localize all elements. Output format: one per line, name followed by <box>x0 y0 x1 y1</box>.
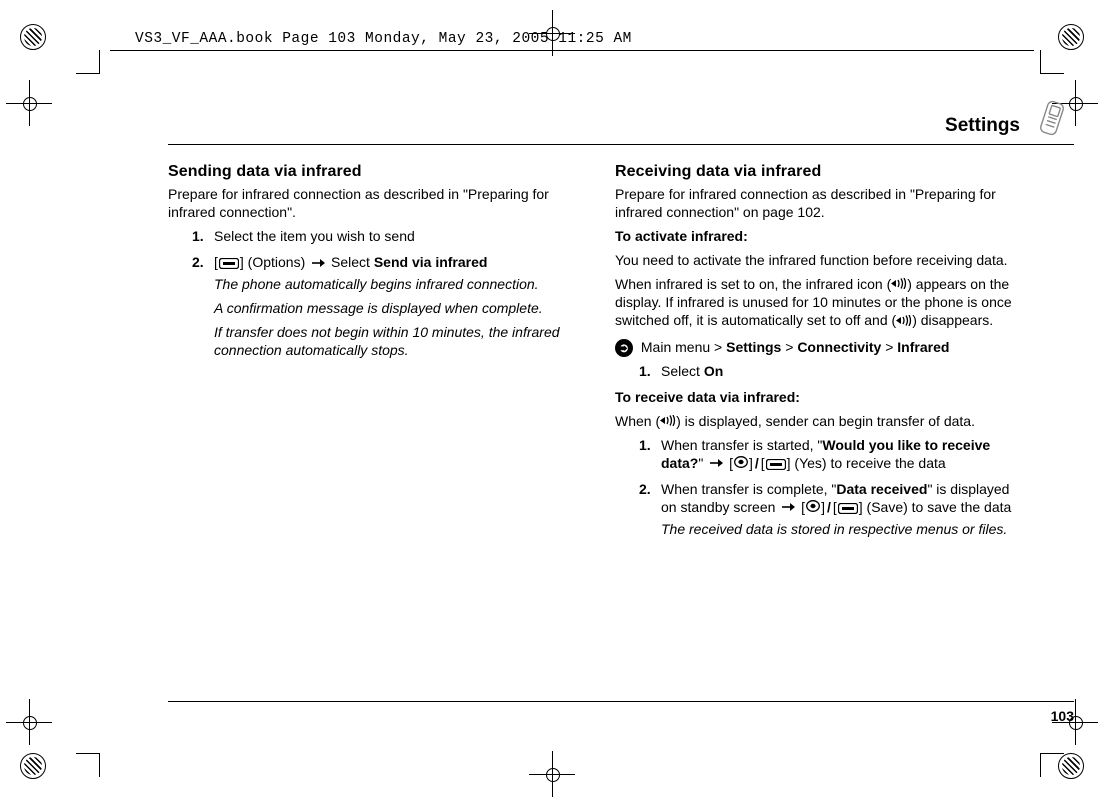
step-number: 2. <box>192 254 204 272</box>
step-note: A confirmation message is displayed when… <box>214 300 579 318</box>
slash-separator: / <box>825 499 833 517</box>
infrared-icon <box>891 276 907 294</box>
step-item: 1. When transfer is started, "Would you … <box>639 437 1026 473</box>
menu-arrow-icon <box>615 339 633 357</box>
right-column: Receiving data via infrared Prepare for … <box>615 162 1026 547</box>
subheading-activate: To activate infrared: <box>615 228 1026 246</box>
menu-path: Main menu > Settings > Connectivity > In… <box>615 339 1026 357</box>
step-note: The phone automatically begins infrared … <box>214 276 579 294</box>
subheading-receive: To receive data via infrared: <box>615 389 1026 407</box>
step-number: 1. <box>192 228 204 246</box>
step-text: [] (Options) Select Send via infrared <box>214 254 487 270</box>
slug-line: VS3_VF_AAA.book Page 103 Monday, May 23,… <box>135 30 632 49</box>
step-item: 1. Select On <box>639 363 1026 381</box>
step-number: 1. <box>639 437 651 455</box>
registration-cross-icon <box>529 751 575 797</box>
infrared-icon <box>660 413 676 431</box>
registration-cross-icon <box>6 80 52 126</box>
crop-mark-icon <box>1040 753 1064 777</box>
step-note: If transfer does not begin within 10 min… <box>214 324 579 360</box>
registration-target-icon <box>1058 24 1084 50</box>
step-text: When transfer is started, "Would you lik… <box>661 437 990 471</box>
crop-mark-icon <box>76 753 100 777</box>
step-text: When transfer is complete, "Data receive… <box>661 481 1011 515</box>
softkey-icon <box>766 459 786 470</box>
page-content: Settings Sending data via infrared Prepa… <box>168 106 1026 726</box>
step-item: 1. Select the item you wish to send <box>192 228 579 246</box>
phone-icon <box>1030 98 1074 147</box>
crop-mark-icon <box>76 50 100 74</box>
sending-intro: Prepare for infrared connection as descr… <box>168 186 579 222</box>
softkey-icon <box>219 258 239 269</box>
step-item: 2. When transfer is complete, "Data rece… <box>639 481 1026 539</box>
running-head: Settings <box>945 114 1020 138</box>
slash-separator: / <box>753 455 761 473</box>
registration-target-icon <box>20 753 46 779</box>
step-text: Select the item you wish to send <box>214 228 415 244</box>
receiving-intro: Prepare for infrared connection as descr… <box>615 186 1026 222</box>
step-text: Select On <box>661 363 723 379</box>
arrow-right-icon <box>709 455 723 473</box>
step-note: The received data is stored in respectiv… <box>661 521 1026 539</box>
step-number: 2. <box>639 481 651 499</box>
step-item: 2. [] (Options) Select Send via infrared… <box>192 254 579 360</box>
page-number: 103 <box>1051 708 1074 726</box>
registration-cross-icon <box>6 699 52 745</box>
registration-target-icon <box>20 24 46 50</box>
section-heading-sending: Sending data via infrared <box>168 162 579 182</box>
navkey-icon <box>806 499 820 517</box>
arrow-right-icon <box>781 499 795 517</box>
crop-mark-icon <box>1040 50 1064 74</box>
activate-text: When infrared is set to on, the infrared… <box>615 276 1026 330</box>
slug-separator <box>110 50 1034 51</box>
softkey-icon <box>838 503 858 514</box>
step-number: 1. <box>639 363 651 381</box>
activate-text: You need to activate the infrared functi… <box>615 252 1026 270</box>
arrow-right-icon <box>311 255 325 273</box>
section-heading-receiving: Receiving data via infrared <box>615 162 1026 182</box>
header-rule <box>168 144 1074 145</box>
receive-text: When () is displayed, sender can begin t… <box>615 413 1026 431</box>
navkey-icon <box>734 455 748 473</box>
left-column: Sending data via infrared Prepare for in… <box>168 162 579 547</box>
manual-page: VS3_VF_AAA.book Page 103 Monday, May 23,… <box>0 0 1104 803</box>
footer-rule <box>168 701 1074 702</box>
infrared-icon <box>896 313 912 331</box>
